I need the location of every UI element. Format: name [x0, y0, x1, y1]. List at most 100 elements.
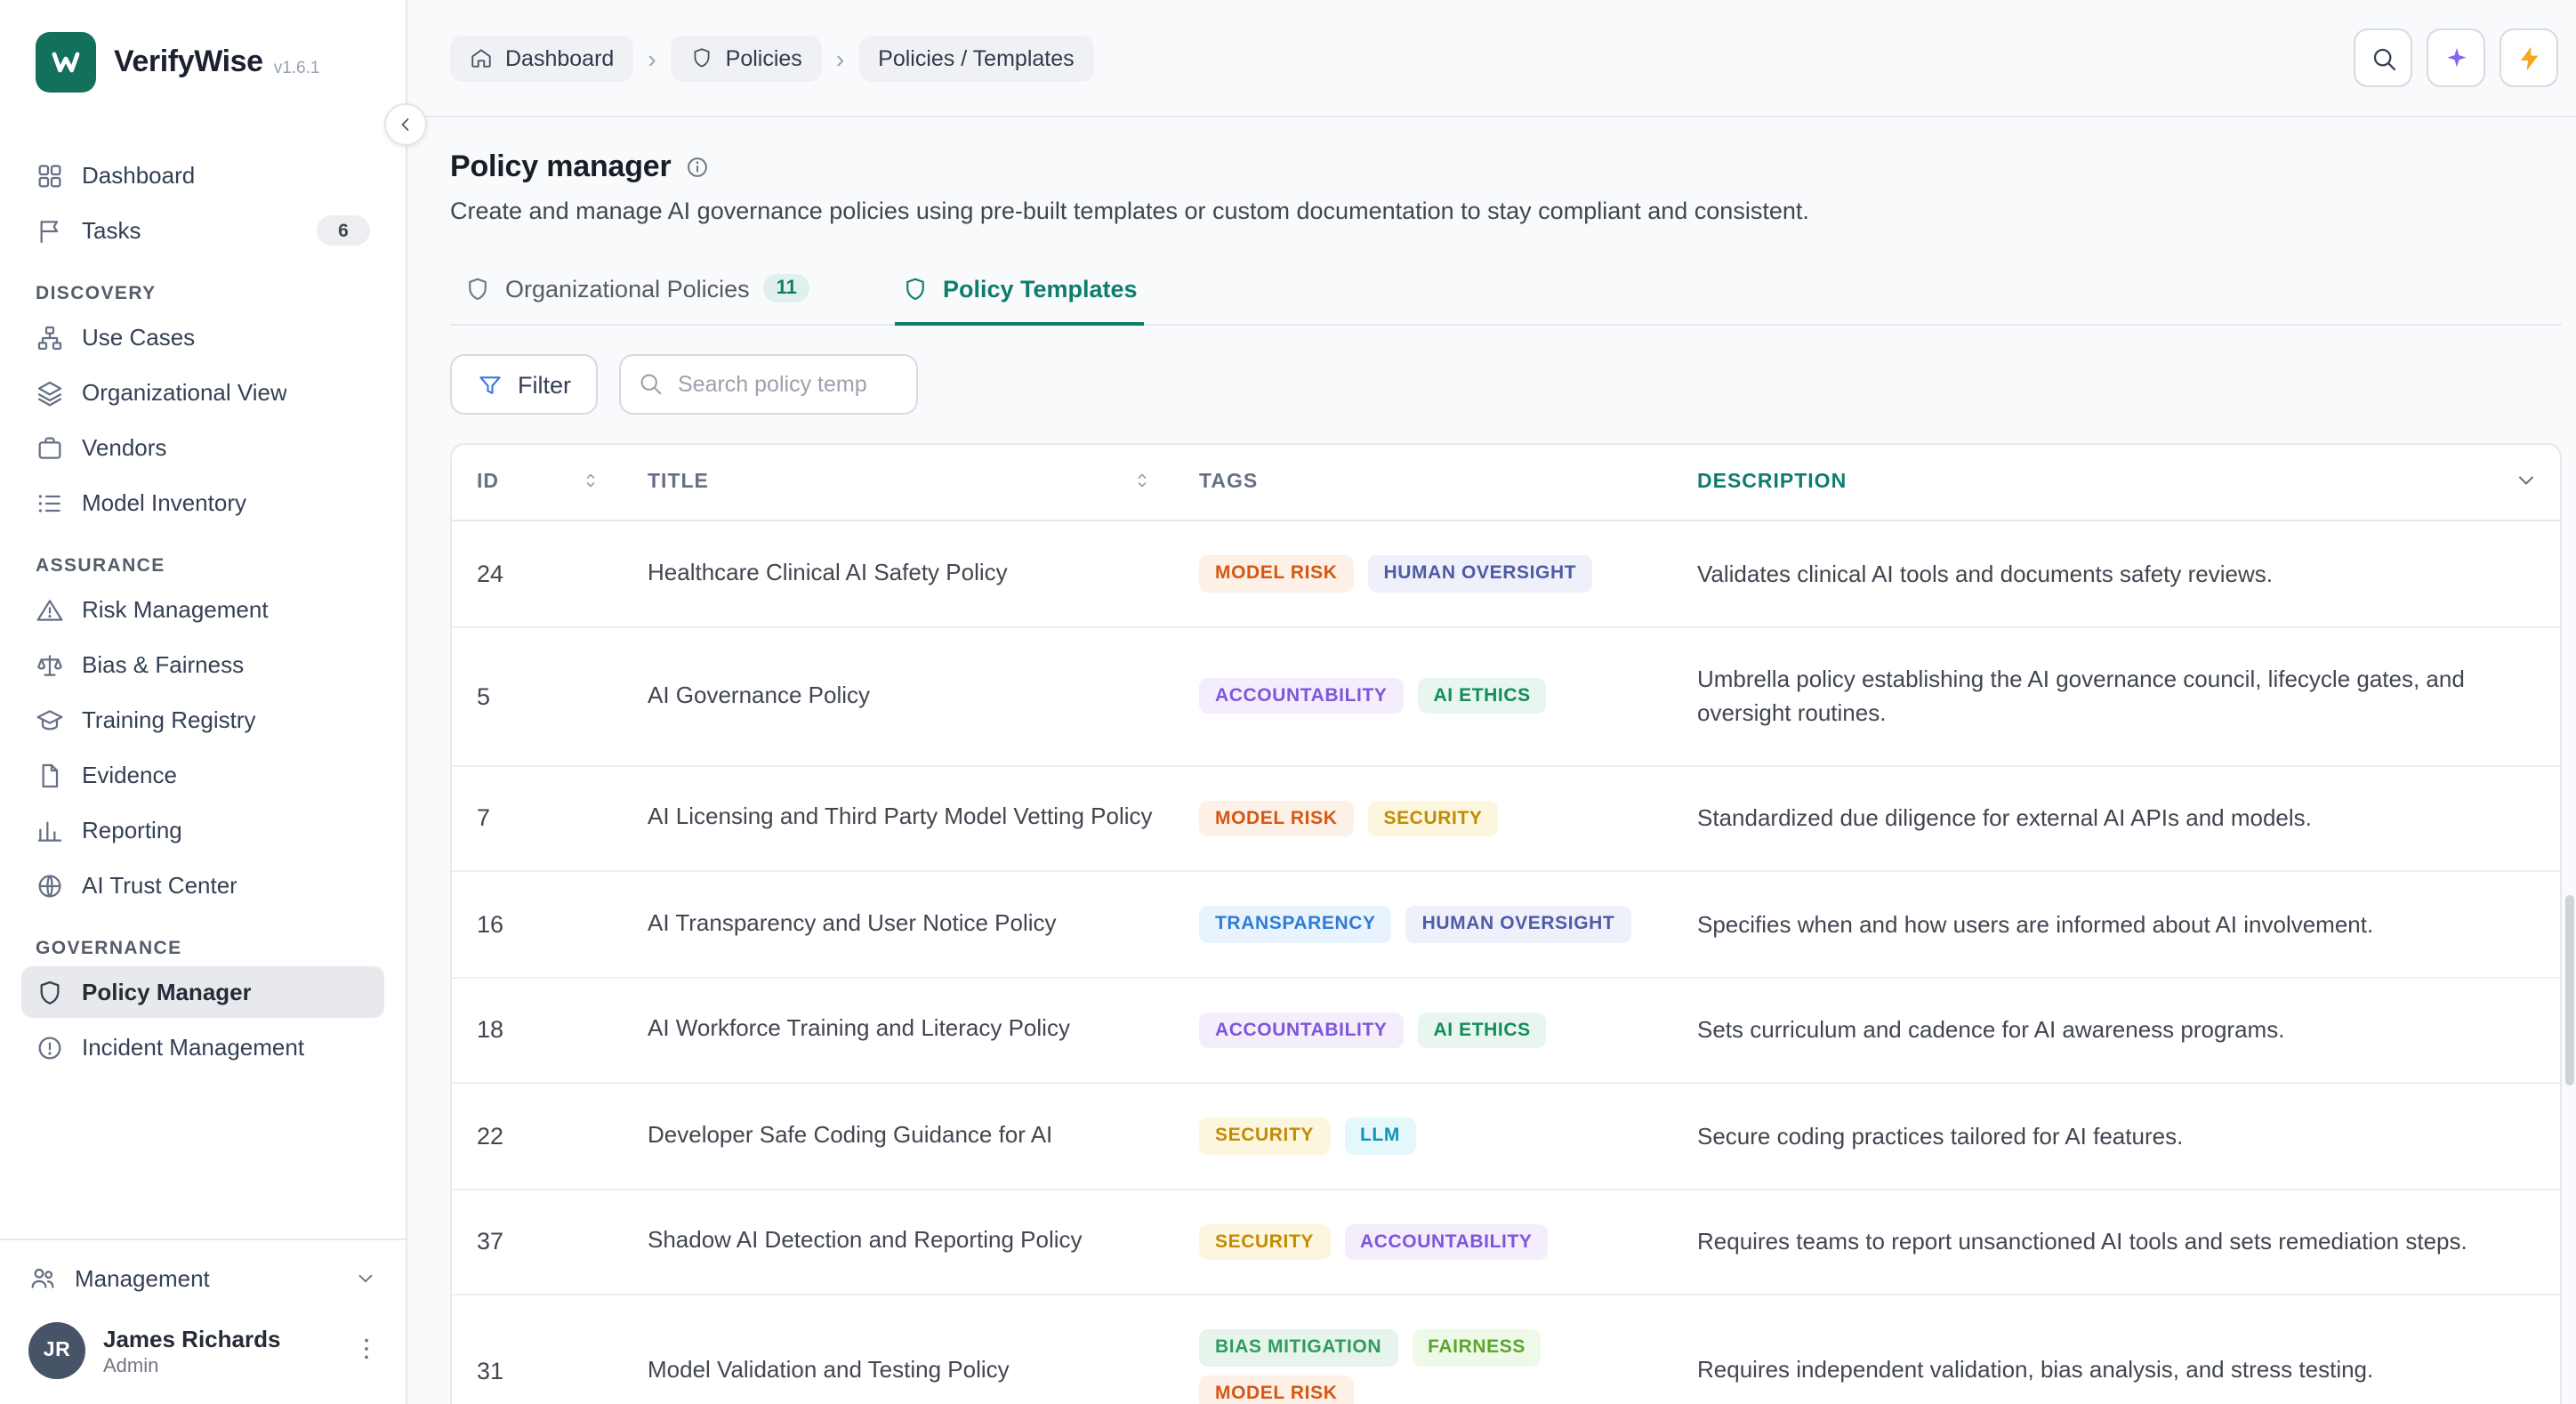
breadcrumb-policies[interactable]: Policies — [671, 35, 822, 81]
logo-row: VerifyWise v1.6.1 — [0, 0, 406, 107]
column-label: DESCRIPTION — [1697, 472, 1847, 493]
cell-description: Specifies when and how users are informe… — [1697, 873, 2560, 975]
tag-accountability: ACCOUNTABILITY — [1344, 1223, 1549, 1260]
tab-organizational-policies[interactable]: Organizational Policies11 — [457, 274, 817, 324]
breadcrumb-dashboard[interactable]: Dashboard — [450, 35, 633, 81]
tab-badge: 11 — [764, 274, 809, 303]
alert-icon — [36, 1033, 64, 1061]
topbar: Dashboard›Policies›Policies / Templates — [407, 0, 2576, 117]
tag-ai-ethics: AI ETHICS — [1418, 1012, 1547, 1048]
sidebar-section-title: DISCOVERY — [36, 283, 370, 304]
bolt-icon — [2515, 44, 2543, 72]
scrollbar[interactable] — [2565, 895, 2574, 1085]
sparkle-icon — [2442, 44, 2470, 72]
cell-id: 16 — [452, 877, 648, 972]
breadcrumb: Dashboard›Policies›Policies / Templates — [450, 35, 1094, 81]
sidebar-item-reporting[interactable]: Reporting — [21, 804, 384, 856]
cell-tags: MODEL RISKHUMAN OVERSIGHT — [1199, 521, 1697, 625]
cell-title: AI Governance Policy — [648, 645, 1199, 746]
home-icon — [470, 46, 493, 69]
sidebar-item-ai-trust-center[interactable]: AI Trust Center — [21, 859, 384, 911]
sidebar-item-tasks[interactable]: Tasks6 — [21, 205, 384, 256]
search-input[interactable] — [619, 354, 918, 415]
cell-title: Model Validation and Testing Policy — [648, 1319, 1199, 1404]
cell-title: AI Workforce Training and Literacy Polic… — [648, 980, 1199, 1081]
integrations-button[interactable] — [2427, 28, 2485, 87]
column-label: TAGS — [1199, 472, 1258, 493]
tag-llm: LLM — [1344, 1118, 1416, 1154]
cell-description: Sets curriculum and cadence for AI aware… — [1697, 979, 2560, 1081]
quick-actions-button[interactable] — [2500, 28, 2558, 87]
table-row[interactable]: 5AI Governance PolicyACCOUNTABILITYAI ET… — [452, 627, 2560, 766]
sort-icon[interactable] — [580, 469, 601, 496]
management-label: Management — [75, 1264, 210, 1291]
search-button[interactable] — [2354, 28, 2412, 87]
breadcrumb-policies-templates[interactable]: Policies / Templates — [858, 35, 1094, 81]
tag-security: SECURITY — [1367, 800, 1498, 836]
tag-human-oversight: HUMAN OVERSIGHT — [1367, 555, 1592, 592]
cell-id: 22 — [452, 1089, 648, 1183]
table-row[interactable]: 16AI Transparency and User Notice Policy… — [452, 872, 2560, 978]
sidebar-item-dashboard[interactable]: Dashboard — [21, 149, 384, 201]
tag-bias-mitigation: BIAS MITIGATION — [1199, 1329, 1397, 1366]
tag-fairness: FAIRNESS — [1412, 1329, 1542, 1366]
table-row[interactable]: 22Developer Safe Coding Guidance for AIS… — [452, 1084, 2560, 1190]
table-row[interactable]: 18AI Workforce Training and Literacy Pol… — [452, 978, 2560, 1084]
sidebar-item-use-cases[interactable]: Use Cases — [21, 311, 384, 363]
sidebar-item-label: Use Cases — [82, 324, 195, 351]
cell-id: 24 — [452, 527, 648, 621]
sidebar-item-evidence[interactable]: Evidence — [21, 749, 384, 801]
chevron-down-icon[interactable] — [2514, 467, 2539, 497]
sidebar-item-policy-manager[interactable]: Policy Manager — [21, 966, 384, 1018]
tag-security: SECURITY — [1199, 1118, 1330, 1154]
user-menu-button[interactable] — [349, 1330, 384, 1371]
chart-icon — [36, 816, 64, 844]
cell-description: Umbrella policy establishing the AI gove… — [1697, 627, 2560, 764]
filter-button[interactable]: Filter — [450, 354, 598, 415]
sidebar-nav: Dashboard Tasks6 DISCOVERY Use Cases Organiz… — [0, 149, 406, 1073]
filter-label: Filter — [518, 371, 571, 398]
tab-policy-templates[interactable]: Policy Templates — [895, 274, 1145, 324]
cell-tags: SECURITY LLM — [1199, 1084, 1697, 1188]
globe-icon — [36, 871, 64, 900]
sidebar-item-label: Training Registry — [82, 706, 256, 733]
column-header-id: ID — [452, 469, 648, 496]
sidebar-item-vendors[interactable]: Vendors — [21, 422, 384, 473]
sort-icon[interactable] — [1131, 469, 1153, 496]
cell-description: Requires independent validation, bias an… — [1697, 1319, 2560, 1404]
sidebar-item-bias-fairness[interactable]: Bias & Fairness — [21, 639, 384, 690]
column-header-description: DESCRIPTION — [1697, 467, 2560, 497]
filter-icon — [477, 371, 503, 398]
sidebar-item-incident-management[interactable]: Incident Management — [21, 1021, 384, 1073]
tag-security: SECURITY — [1199, 1223, 1330, 1260]
cell-title: Shadow AI Detection and Reporting Policy — [648, 1191, 1199, 1293]
tag-model-risk: MODEL RISK — [1199, 1375, 1353, 1404]
sidebar-item-model-inventory[interactable]: Model Inventory — [21, 477, 384, 529]
table-row[interactable]: 37Shadow AI Detection and Reporting Poli… — [452, 1190, 2560, 1295]
table-row[interactable]: 24Healthcare Clinical AI Safety PolicyMO… — [452, 521, 2560, 627]
sidebar-item-risk-management[interactable]: Risk Management — [21, 584, 384, 635]
cell-id: 5 — [452, 649, 648, 743]
tabs: Organizational Policies11 Policy Template… — [450, 274, 2562, 326]
table-row[interactable]: 7AI Licensing and Third Party Model Vett… — [452, 766, 2560, 872]
topbar-actions — [2354, 28, 2558, 87]
sidebar-item-training-registry[interactable]: Training Registry — [21, 694, 384, 746]
column-header-title: TITLE — [648, 469, 1199, 496]
sidebar-item-management[interactable]: Management — [0, 1240, 406, 1311]
use-cases-icon — [36, 323, 64, 351]
sidebar-item-label: Tasks — [82, 217, 141, 244]
sidebar-item-label: Risk Management — [82, 596, 269, 623]
graduation-icon — [36, 706, 64, 734]
table-row[interactable]: 31Model Validation and Testing PolicyBIA… — [452, 1295, 2560, 1404]
user-name: James Richards — [103, 1325, 280, 1352]
info-icon[interactable] — [686, 155, 711, 180]
sidebar-item-organizational-view[interactable]: Organizational View — [21, 367, 384, 418]
flag-icon — [36, 216, 64, 245]
tag-accountability: ACCOUNTABILITY — [1199, 678, 1404, 714]
breadcrumb-separator: › — [836, 44, 844, 72]
sidebar-collapse-button[interactable] — [384, 103, 427, 146]
chevron-down-icon — [354, 1266, 377, 1289]
sidebar-item-label: Dashboard — [82, 162, 195, 189]
table-body: 24Healthcare Clinical AI Safety PolicyMO… — [452, 521, 2560, 1404]
cell-tags: TRANSPARENCYHUMAN OVERSIGHT — [1199, 872, 1697, 976]
